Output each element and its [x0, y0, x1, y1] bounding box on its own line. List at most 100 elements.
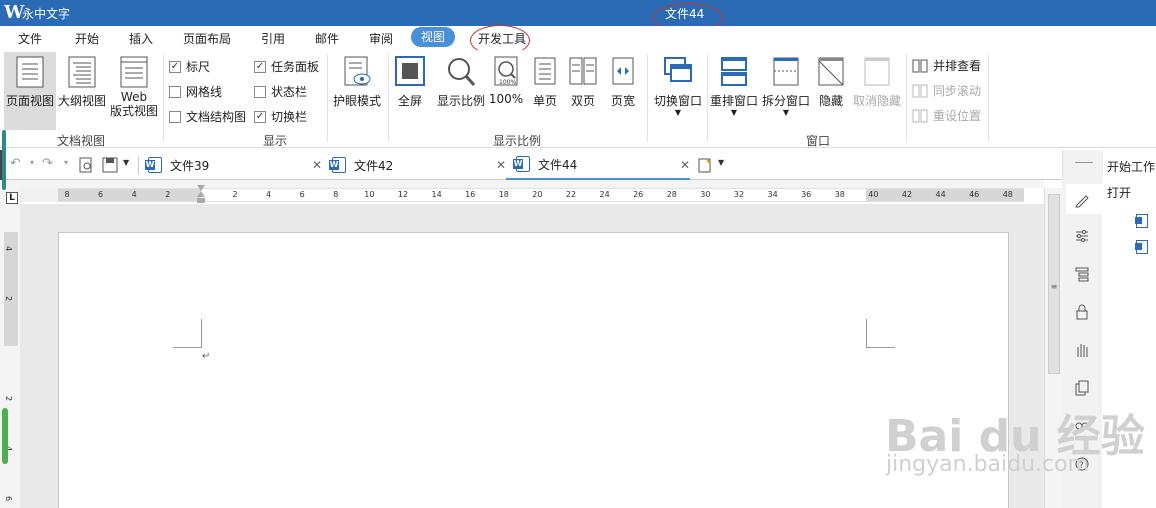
gridlines-checkbox[interactable]: 网格线	[169, 83, 222, 100]
outline-view-button[interactable]: 大纲视图	[57, 56, 107, 109]
outline-view-icon	[68, 56, 96, 88]
ruler-tick-label: 24	[599, 190, 610, 199]
switch-window-icon	[664, 57, 692, 82]
undo-icon[interactable]: ↶	[10, 156, 21, 171]
menu-view[interactable]: 视图	[411, 27, 456, 47]
menu-page-layout[interactable]: 页面布局	[183, 30, 231, 47]
left-side-handle-top[interactable]	[2, 130, 6, 190]
ruler-check-box[interactable]: ✓	[169, 60, 181, 73]
structure-icon[interactable]	[1074, 266, 1090, 282]
tab-file44[interactable]: 文件44 ✕	[506, 150, 690, 180]
gridlines-check-box[interactable]	[169, 85, 181, 98]
task-pane-label: 任务面板	[271, 60, 320, 74]
single-page-icon	[534, 57, 556, 85]
menu-review[interactable]: 审阅	[369, 30, 393, 47]
task-pane-checkbox[interactable]: ✓ 任务面板	[254, 58, 319, 75]
double-page-button[interactable]: 双页	[566, 56, 600, 109]
switch-bar-label: 切换栏	[271, 110, 308, 124]
new-doc-dropdown-icon[interactable]: ▼	[718, 158, 724, 167]
print-preview-icon[interactable]	[78, 157, 94, 173]
tab-stop-selector[interactable]: L	[6, 192, 18, 204]
zoom-100-button[interactable]: 100% 100%	[488, 56, 524, 106]
status-bar-check-box[interactable]	[254, 85, 266, 98]
tab-file39[interactable]: 文件39 ✕	[145, 150, 322, 180]
settings-sliders-icon[interactable]	[1074, 228, 1090, 244]
rearrange-window-button[interactable]: 重排窗口 ▼	[709, 56, 759, 117]
recent-doc-icon[interactable]	[1135, 240, 1148, 254]
split-dropdown-icon[interactable]: ▼	[761, 109, 811, 117]
hide-window-button[interactable]: 隐藏	[815, 56, 847, 109]
ruler-tick-label: 18	[498, 190, 509, 199]
tab-label: 文件39	[170, 158, 210, 173]
switch-window-button[interactable]: 切换窗口 ▼	[651, 56, 705, 117]
reset-position-icon	[912, 109, 928, 122]
copy-icon[interactable]	[1074, 380, 1090, 396]
status-bar-checkbox[interactable]: 状态栏	[254, 83, 307, 100]
close-icon[interactable]: ✕	[312, 158, 322, 172]
fullscreen-button[interactable]: 全屏	[392, 56, 428, 109]
split-window-button[interactable]: 拆分窗口 ▼	[761, 56, 811, 117]
page-width-icon	[612, 57, 634, 85]
hand-icon[interactable]	[1074, 342, 1090, 358]
switch-bar-check-box[interactable]: ✓	[254, 110, 266, 123]
tab-file42[interactable]: 文件42 ✕	[329, 150, 506, 180]
ruler-label: 标尺	[186, 60, 211, 74]
document-page[interactable]: ↵	[58, 232, 1009, 508]
ruler-tick-label: 34	[767, 190, 778, 199]
side-by-side-label: 并排查看	[933, 59, 982, 73]
eye-mode-label: 护眼模式	[332, 94, 381, 108]
quick-access-dropdown-icon[interactable]: ▼	[123, 158, 129, 167]
rearrange-dropdown-icon[interactable]: ▼	[709, 109, 759, 117]
redo-icon[interactable]: ↷	[42, 156, 53, 171]
ruler-tick-label: 22	[565, 190, 577, 199]
ruler-top-gutter	[20, 180, 1044, 188]
baidu-watermark-url: jingyan.baidu.com	[886, 452, 1090, 477]
ruler-tick-label: 4	[266, 190, 272, 199]
menu-mailings[interactable]: 邮件	[315, 30, 339, 47]
menu-references[interactable]: 引用	[261, 30, 285, 47]
zoom-magnifier-icon	[448, 58, 476, 86]
edit-pencil-icon[interactable]	[1074, 192, 1090, 208]
reset-position-button[interactable]: 重设位置	[912, 107, 981, 124]
left-side-handle-bottom[interactable]	[2, 408, 8, 464]
close-icon[interactable]: ✕	[680, 158, 690, 172]
side-by-side-button[interactable]: 并排查看	[912, 57, 981, 74]
ruler-tick-label: 8	[333, 190, 339, 199]
ruler-checkbox[interactable]: ✓ 标尺	[169, 58, 210, 75]
open-link[interactable]: 打开	[1107, 184, 1131, 201]
close-icon[interactable]: ✕	[496, 158, 506, 172]
ribbon-separator	[906, 54, 907, 142]
switch-window-dropdown-icon[interactable]: ▼	[651, 109, 705, 117]
lock-icon[interactable]	[1074, 304, 1090, 320]
switch-bar-checkbox[interactable]: ✓ 切换栏	[254, 108, 307, 125]
task-pane-check-box[interactable]: ✓	[254, 60, 266, 73]
rearrange-window-icon	[721, 57, 747, 86]
unhide-window-button[interactable]: 取消隐藏	[851, 56, 903, 109]
horizontal-ruler[interactable]: 8 6 4 2 2 4 6 8 10 12 14 16 18 20 22 24 26 28 30 32 34 36 38 40…	[58, 185, 1024, 205]
page-width-label: 页宽	[610, 94, 635, 108]
undo-dropdown-icon[interactable]: ▾	[30, 158, 34, 167]
fullscreen-icon	[395, 56, 425, 86]
task-pane-title: 开始工作	[1107, 160, 1156, 174]
recent-doc-icon[interactable]	[1135, 214, 1148, 228]
menu-file[interactable]: 文件	[18, 30, 42, 47]
new-document-icon[interactable]: ✦	[697, 157, 713, 173]
zoom-ratio-button[interactable]: 显示比例	[434, 56, 488, 109]
web-view-button[interactable]: Web 版式视图	[108, 56, 160, 118]
sync-scroll-button[interactable]: 同步滚动	[912, 82, 981, 99]
page-view-button[interactable]: 页面视图	[4, 52, 56, 130]
single-page-button[interactable]: 单页	[528, 56, 562, 109]
eye-mode-button[interactable]: 护眼模式	[330, 56, 384, 109]
menu-bar: 文件 开始 插入 页面布局 引用 邮件 审阅 视图 开发工具	[0, 26, 1156, 50]
web-view-icon	[120, 56, 148, 88]
doc-map-checkbox[interactable]: 文档结构图	[169, 108, 246, 125]
page-width-button[interactable]: 页宽	[605, 56, 641, 109]
vertical-ruler[interactable]: 42246	[4, 232, 18, 508]
indent-marker[interactable]	[197, 185, 205, 205]
save-icon[interactable]	[102, 157, 118, 173]
menu-insert[interactable]: 插入	[129, 30, 153, 47]
task-pane-grip-icon[interactable]	[1075, 162, 1093, 163]
doc-map-check-box[interactable]	[169, 110, 181, 123]
menu-home[interactable]: 开始	[75, 30, 99, 47]
redo-dropdown-icon[interactable]: ▾	[64, 158, 68, 167]
